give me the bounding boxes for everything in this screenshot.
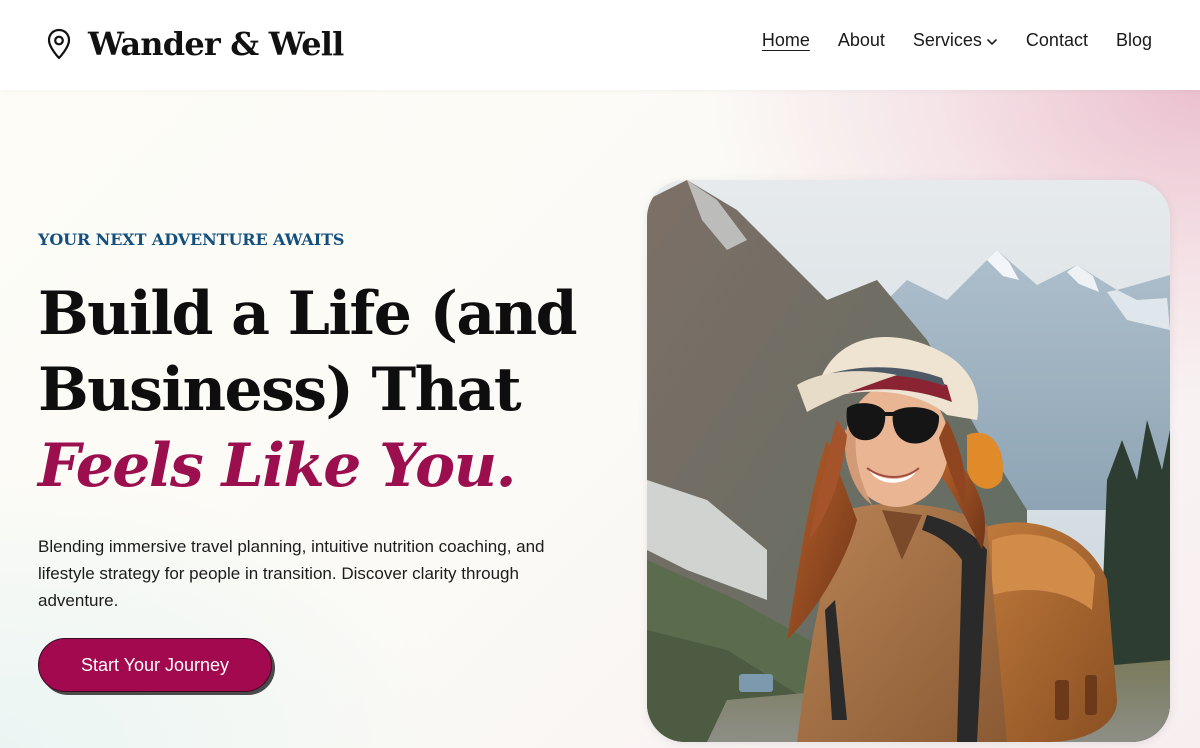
nav-services-link[interactable]: Services <box>913 30 998 51</box>
nav-about-link[interactable]: About <box>838 30 885 51</box>
nav-contact-link[interactable]: Contact <box>1026 30 1088 51</box>
nav-about-label: About <box>837 30 885 50</box>
brand-logo[interactable]: Wander & Well <box>46 22 344 66</box>
hero-section: YOUR NEXT ADVENTURE AWAITS Build a Life … <box>0 90 1200 748</box>
nav-home-label: Home <box>761 30 810 50</box>
main-nav: Home About Services Contact Blog <box>762 30 1152 51</box>
headline-line-2: Business) That <box>38 355 522 425</box>
chevron-down-icon <box>986 30 998 51</box>
site-header: Wander & Well Home About Services Contac… <box>0 0 1200 90</box>
nav-home-link[interactable]: Home <box>762 30 810 51</box>
hero-eyebrow: YOUR NEXT ADVENTURE AWAITS <box>38 230 345 249</box>
brand-name: Wander & Well <box>88 25 344 63</box>
start-journey-button[interactable]: Start Your Journey <box>38 638 272 692</box>
nav-blog-link[interactable]: Blog <box>1116 30 1152 51</box>
hero-description: Blending immersive travel planning, intu… <box>38 537 545 610</box>
location-pin-icon <box>46 28 72 60</box>
nav-services-label: Services <box>912 30 982 50</box>
nav-blog-label: Blog <box>1115 30 1152 50</box>
headline-accent: Feels Like You. <box>38 431 516 501</box>
nav-contact-label: Contact <box>1025 30 1088 50</box>
headline-line-1: Build a Life (and <box>38 279 578 349</box>
hero-headline: Build a Life (and Business) That Feels L… <box>38 276 638 504</box>
hero-photo <box>647 180 1170 742</box>
